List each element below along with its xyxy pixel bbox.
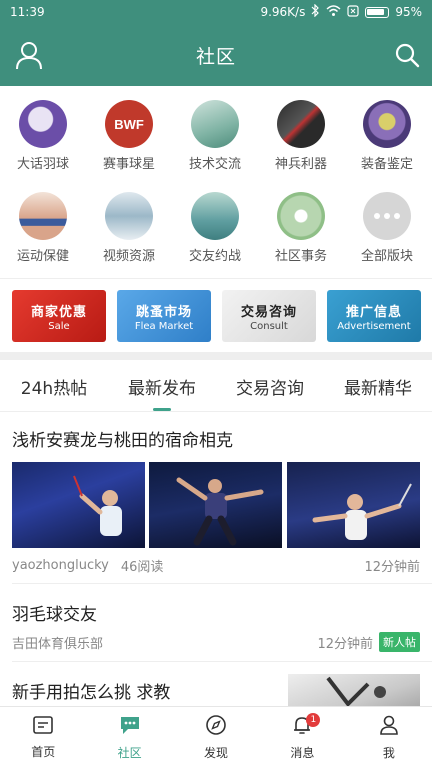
nav-label: 首页 [31,745,56,759]
app-bar: 社区 [0,24,432,86]
board-baojian[interactable]: 运动保健 [0,178,86,268]
banner-sale[interactable]: 商家优惠 Sale [12,290,106,342]
banner-flea-market[interactable]: 跳蚤市场 Flea Market [117,290,211,342]
post-time: 12分钟前 [364,560,420,575]
board-thumb [19,100,67,148]
board-jiaoyou[interactable]: 交友约战 [172,178,258,268]
battery-icon [365,6,390,18]
board-label: 交友约战 [188,249,241,264]
banner-title: 商家优惠 [30,304,87,320]
sim-icon [347,4,359,20]
nav-label: 社区 [117,746,142,760]
board-shenbing[interactable]: 神兵利器 [258,86,344,176]
compass-icon [205,714,227,740]
board-thumb [19,192,67,240]
page-title: 社区 [195,45,236,68]
board-thumb [277,192,325,240]
post-meta: yaozhonglucky 46阅读 12分钟前 [12,556,420,575]
board-label: 视频资源 [102,249,155,264]
post-author[interactable]: yaozhonglucky [12,558,109,573]
nav-messages[interactable]: 1 消息 [259,707,345,768]
post-title[interactable]: 羽毛球交友 [12,600,97,625]
post-item[interactable]: 羽毛球交友 吉田体育俱乐部 12分钟前 新人帖 [0,584,432,662]
post-title[interactable]: 浅析安赛龙与桃田的宿命相克 [12,426,233,451]
svg-text:BWF: BWF [114,117,144,132]
board-zhuangbei[interactable]: 装备鉴定 [344,86,430,176]
post-image[interactable] [288,674,420,706]
nav-community[interactable]: 社区 [86,707,172,768]
nav-discover[interactable]: 发现 [173,707,259,768]
board-label: 全部版块 [360,249,413,264]
board-grid: 大话羽球 BWF 赛事球星 技术交流 神兵利器 装备鉴定 运动保健 视频资源 交… [0,86,432,276]
user-icon[interactable] [14,40,44,70]
board-thumb [191,100,239,148]
bottom-nav: 首页 社区 发现 1 消息 我 [0,706,432,768]
banner-consult[interactable]: 交易咨询 Consult [222,290,316,342]
board-dahua[interactable]: 大话羽球 [0,86,86,176]
wifi-icon [326,4,341,20]
board-thumb [105,192,153,240]
search-icon[interactable] [394,42,420,68]
network-speed: 9.96K/s [260,5,306,19]
board-saishi[interactable]: BWF 赛事球星 [86,86,172,176]
bluetooth-icon [311,3,320,20]
profile-icon [378,714,400,740]
message-badge: 1 [306,713,321,727]
post-item[interactable]: 新手用拍怎么挑 求教 [0,662,432,706]
post-time: 12分钟前 [317,636,373,652]
board-thumb [191,192,239,240]
banner-subtitle: Sale [48,320,70,332]
tab-latest[interactable]: 最新发布 [108,362,216,411]
board-thumb [277,100,325,148]
post-reads: 46阅读 [120,560,164,575]
tab-featured[interactable]: 最新精华 [324,362,432,411]
board-label: 社区事务 [274,249,327,264]
board-all[interactable]: 全部版块 [344,178,430,268]
board-label: 神兵利器 [274,157,327,172]
banner-row: 商家优惠 Sale 跳蚤市场 Flea Market 交易咨询 Consult … [0,290,432,342]
board-label: 运动保健 [16,249,69,264]
post-author[interactable]: 吉田体育俱乐部 [12,633,103,652]
status-bar: 11:39 9.96K/s 95% [0,0,432,24]
section-gap [0,352,432,360]
post-meta: 吉田体育俱乐部 12分钟前 新人帖 [12,632,420,652]
banner-title: 交易咨询 [240,304,297,320]
board-label: 大话羽球 [16,157,69,172]
banner-advertisement[interactable]: 推广信息 Advertisement [327,290,421,342]
board-shequ[interactable]: 社区事务 [258,178,344,268]
tab-24h-hot[interactable]: 24h热帖 [0,362,108,411]
post-image[interactable] [287,462,420,548]
board-label: 技术交流 [188,157,241,172]
board-thumb: BWF [105,100,153,148]
board-label: 赛事球星 [102,157,155,172]
divider [0,278,432,279]
nav-label: 我 [382,746,395,760]
nav-profile[interactable]: 我 [346,707,432,768]
board-thumb [363,100,411,148]
more-icon [363,192,411,240]
home-icon [32,715,54,739]
status-time: 11:39 [10,5,45,19]
post-title[interactable]: 新手用拍怎么挑 求教 [12,678,170,703]
community-icon [119,714,141,740]
nav-home[interactable]: 首页 [0,707,86,768]
banner-title: 跳蚤市场 [135,304,192,320]
post-image[interactable] [149,462,282,548]
banner-title: 推广信息 [345,304,402,320]
banner-subtitle: Flea Market [134,320,194,332]
nav-label: 发现 [204,746,229,760]
post-item[interactable]: 浅析安赛龙与桃田的宿命相克 yaozhonglucky 46阅读 12分钟前 [0,412,432,584]
new-post-badge: 新人帖 [379,632,420,652]
tab-trade-consult[interactable]: 交易咨询 [216,362,324,411]
post-images [12,462,420,548]
post-image[interactable] [12,462,145,548]
nav-label: 消息 [290,746,315,760]
board-label: 装备鉴定 [360,157,413,172]
banner-subtitle: Advertisement [337,320,411,332]
battery-level: 95% [395,5,422,19]
banner-subtitle: Consult [250,320,288,332]
board-jishu[interactable]: 技术交流 [172,86,258,176]
board-shipin[interactable]: 视频资源 [86,178,172,268]
feed-tabs: 24h热帖 最新发布 交易咨询 最新精华 [0,362,432,412]
